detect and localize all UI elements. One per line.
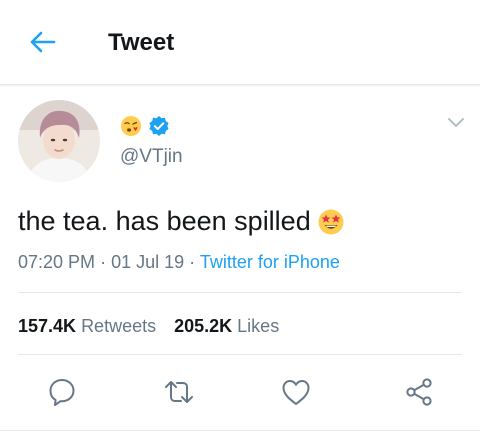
display-name[interactable] [120,113,170,139]
divider [18,354,462,355]
arrow-left-icon[interactable] [28,30,56,54]
heart-icon[interactable] [280,376,312,408]
chevron-down-icon[interactable] [446,116,466,130]
divider [0,430,480,431]
user-handle[interactable]: @VTjin [120,146,183,168]
likes-count: 205.2K [174,316,233,336]
tweet-text: the tea. has been spilled [18,206,345,237]
divider [18,292,462,293]
likes-stat[interactable]: 205.2K Likes [174,316,279,336]
likes-label: Likes [237,316,280,336]
tweet-stats: 157.4K Retweets 205.2K Likes [18,316,279,337]
verified-badge-icon [149,116,169,136]
reply-icon[interactable] [46,376,78,408]
meta-separator: · [100,252,112,272]
tweet-date: 01 Jul 19 [111,252,185,272]
top-bar: Tweet [0,0,480,85]
avatar[interactable] [18,100,100,182]
tweet-source[interactable]: Twitter for iPhone [200,252,340,272]
retweet-icon[interactable] [163,376,195,408]
star-struck-emoji [318,209,344,234]
page-title: Tweet [108,29,175,56]
tweet-meta: 07:20 PM · 01 Jul 19 · Twitter for iPhon… [18,252,340,273]
meta-separator: · [189,252,200,272]
tweet-time: 07:20 PM [18,252,96,272]
retweets-label: Retweets [81,316,157,336]
retweets-count: 157.4K [18,316,77,336]
share-icon[interactable] [403,376,435,408]
action-bar [0,376,480,410]
face-blowing-kiss-emoji [121,116,141,136]
tweet-body: the tea. has been spilled [18,206,311,236]
retweets-stat[interactable]: 157.4K Retweets [18,316,156,336]
